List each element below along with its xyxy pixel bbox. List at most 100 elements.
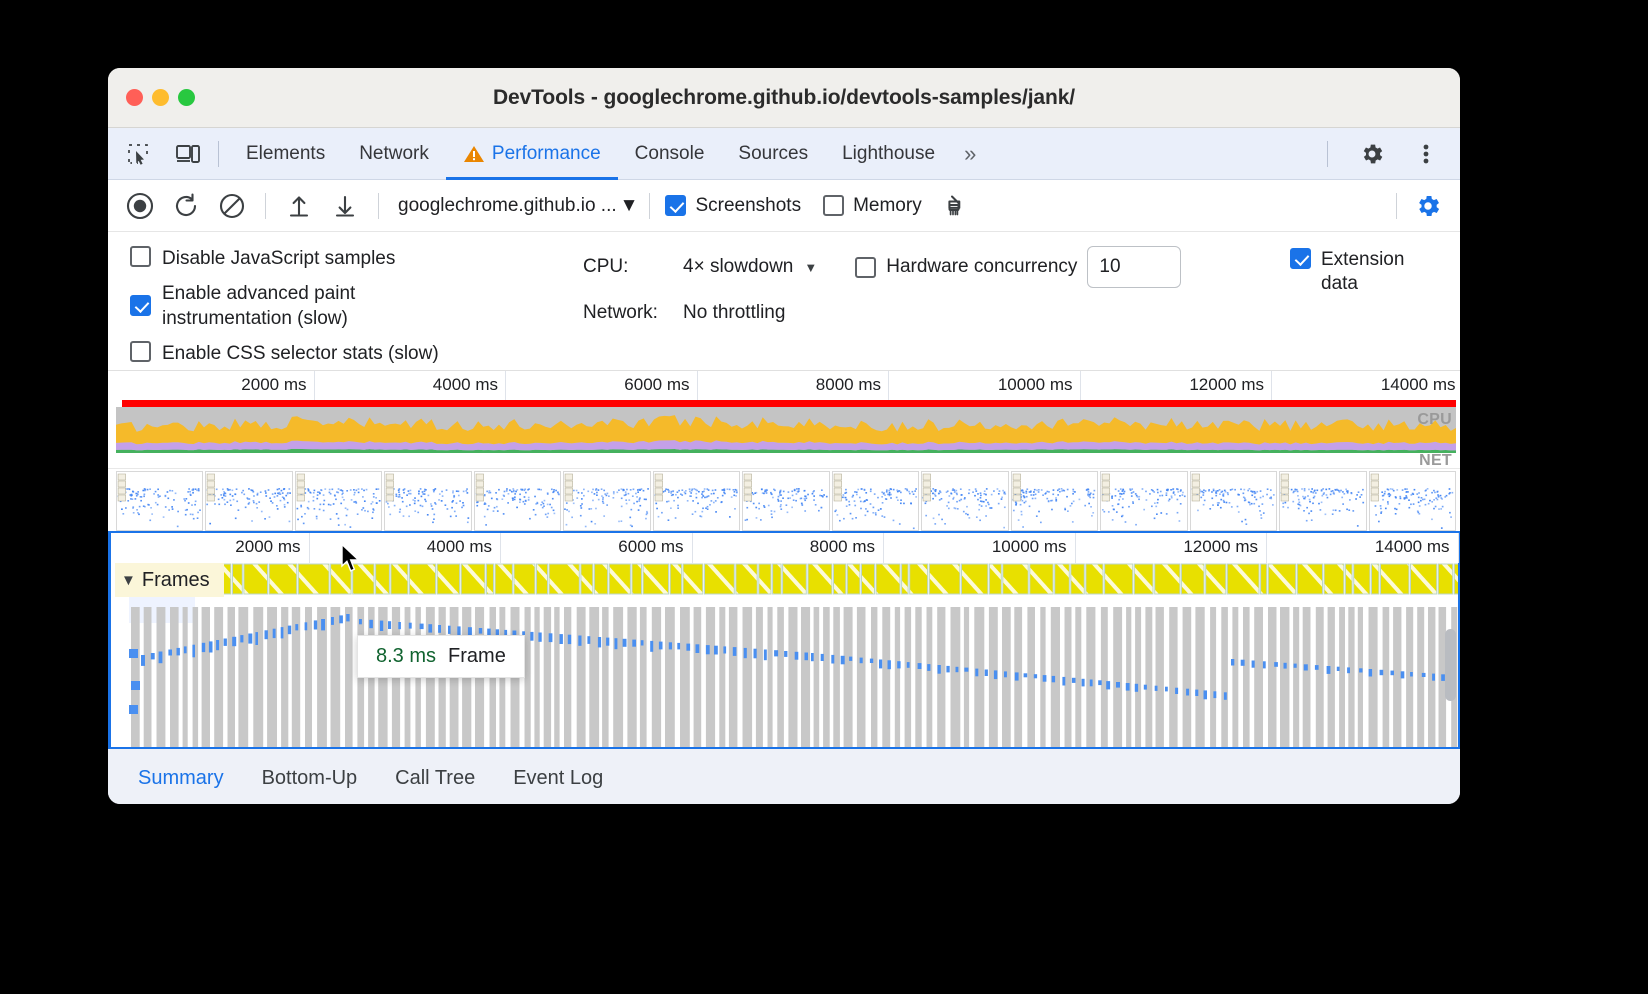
save-profile-icon[interactable] [323, 184, 367, 228]
tab-summary[interactable]: Summary [122, 749, 240, 804]
load-profile-icon[interactable] [277, 184, 321, 228]
task-mark [248, 634, 252, 644]
frame-bar [910, 564, 928, 594]
network-throttling-label: Network: [583, 302, 683, 324]
frames-track[interactable]: ▼ Frames [111, 563, 1458, 597]
filmstrip-thumbnail[interactable] [116, 471, 203, 531]
activity-column [905, 607, 912, 747]
task-mark [346, 614, 349, 621]
task-mark [184, 646, 187, 653]
capture-settings-gear-icon[interactable] [1406, 184, 1450, 228]
filmstrip-thumbnail[interactable] [1369, 471, 1456, 531]
reload-and-record-icon[interactable] [164, 184, 208, 228]
frame-bar [1134, 564, 1153, 594]
task-mark [331, 617, 334, 625]
device-toolbar-icon[interactable] [168, 134, 208, 174]
network-throttling-row: Network: No throttling [583, 302, 1460, 324]
filmstrip-thumbnail[interactable] [653, 471, 740, 531]
tab-network[interactable]: Network [342, 128, 446, 180]
filmstrip-screenshots[interactable] [108, 469, 1460, 533]
network-throttling-select[interactable]: No throttling [683, 302, 785, 324]
details-tab-bar: Summary Bottom-Up Call Tree Event Log [108, 749, 1460, 804]
activity-column [157, 607, 166, 747]
task-mark [530, 632, 533, 641]
gear-icon[interactable] [1352, 134, 1392, 174]
tab-label: Lighthouse [842, 143, 935, 165]
filmstrip-thumbnail[interactable] [205, 471, 292, 531]
task-mark [1015, 672, 1019, 680]
filmstrip-thumbnail[interactable] [563, 471, 650, 531]
tab-console[interactable]: Console [618, 128, 722, 180]
task-mark [879, 660, 882, 669]
timeline-overview[interactable]: 2000 ms4000 ms6000 ms8000 ms10000 ms1200… [108, 371, 1460, 529]
activity-column [1280, 607, 1289, 747]
frames-track-header[interactable]: ▼ Frames [115, 563, 224, 597]
task-mark [1165, 687, 1168, 692]
ruler-tick-label: 6000 ms [624, 375, 696, 395]
activity-column [1075, 607, 1081, 747]
frame-bar [409, 564, 435, 594]
ruler-tick [309, 533, 310, 563]
filmstrip-thumbnail[interactable] [1100, 471, 1187, 531]
ruler-tick-label: 4000 ms [427, 537, 500, 557]
hardware-concurrency-input[interactable] [1087, 246, 1181, 288]
tab-performance[interactable]: Performance [446, 128, 618, 180]
filmstrip-thumbnail[interactable] [1279, 471, 1366, 531]
disable-js-samples-checkbox[interactable]: Disable JavaScript samples [130, 246, 578, 272]
clear-recording-icon[interactable] [210, 184, 254, 228]
filmstrip-thumbnail[interactable] [1190, 471, 1277, 531]
hardware-concurrency-checkbox[interactable] [855, 257, 876, 278]
flame-chart[interactable]: 8.3 ms Frame [111, 597, 1458, 747]
filmstrip-thumbnail[interactable] [1011, 471, 1098, 531]
filmstrip-thumbnail[interactable] [295, 471, 382, 531]
more-tabs-button[interactable]: » [952, 141, 988, 167]
activity-column [131, 607, 140, 747]
ruler-tick-label: 8000 ms [816, 375, 888, 395]
screenshots-checkbox[interactable]: Screenshots [665, 195, 801, 217]
filmstrip-thumbnail[interactable] [474, 471, 561, 531]
advanced-paint-checkbox[interactable]: Enable advanced paint instrumentation (s… [130, 281, 578, 332]
tab-event-log[interactable]: Event Log [497, 749, 619, 804]
frame-bar [1438, 564, 1452, 594]
frame-bar [1105, 564, 1133, 594]
activity-column [951, 607, 961, 747]
activity-column [1406, 607, 1413, 747]
tab-sources[interactable]: Sources [721, 128, 825, 180]
activity-column [1268, 607, 1277, 747]
record-button-icon[interactable] [118, 184, 162, 228]
extension-data-checkbox[interactable]: Extension data [1290, 248, 1438, 296]
inspect-element-icon[interactable] [118, 134, 158, 174]
flame-chart-bars [111, 597, 1458, 747]
timeline-main-panel[interactable]: 2000 ms4000 ms6000 ms8000 ms10000 ms1200… [108, 531, 1460, 749]
task-mark [795, 652, 799, 660]
frame-bar [594, 564, 607, 594]
tab-lighthouse[interactable]: Lighthouse [825, 128, 952, 180]
memory-checkbox[interactable]: Memory [823, 195, 922, 217]
tab-label: Call Tree [395, 767, 475, 790]
tab-label: Performance [492, 143, 601, 165]
filmstrip-thumbnail[interactable] [921, 471, 1008, 531]
css-selector-stats-checkbox[interactable]: Enable CSS selector stats (slow) [130, 341, 578, 367]
task-mark [686, 644, 690, 651]
task-mark [615, 638, 618, 649]
recording-target-select[interactable]: googlechrome.github.io ... ▼ [398, 195, 638, 217]
flame-chart-scrollbar[interactable] [1445, 629, 1456, 701]
tab-bottom-up[interactable]: Bottom-Up [246, 749, 374, 804]
checkbox-box [823, 195, 844, 216]
filmstrip-thumbnail[interactable] [384, 471, 471, 531]
task-mark [141, 655, 145, 666]
filmstrip-thumbnail[interactable] [832, 471, 919, 531]
tab-elements[interactable]: Elements [229, 128, 342, 180]
task-mark [632, 640, 636, 647]
tab-call-tree[interactable]: Call Tree [379, 749, 491, 804]
task-mark [1327, 666, 1331, 674]
filmstrip-thumbnail[interactable] [742, 471, 829, 531]
cpu-throttling-select[interactable]: 4× slowdown ▼ [683, 256, 817, 278]
task-mark [1347, 667, 1350, 673]
collect-garbage-icon[interactable] [932, 184, 976, 228]
kebab-menu-icon[interactable] [1406, 134, 1446, 174]
frames-bars [111, 563, 1458, 597]
checkbox-label: Disable JavaScript samples [162, 246, 395, 272]
frame-tooltip: 8.3 ms Frame [357, 635, 525, 678]
activity-column [1339, 607, 1345, 747]
